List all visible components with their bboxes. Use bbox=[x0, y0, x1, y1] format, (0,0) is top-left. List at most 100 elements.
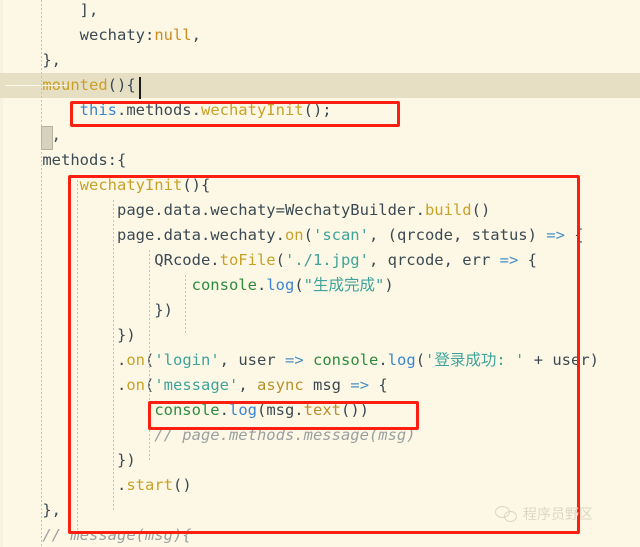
code-line[interactable]: ], bbox=[0, 0, 640, 23]
code-line[interactable]: // message(msg){ bbox=[0, 523, 640, 547]
code-token: on bbox=[126, 351, 145, 369]
text-caret bbox=[139, 77, 141, 99]
code-line[interactable]: this.methods.wechatyInit(); bbox=[0, 98, 640, 123]
code-token: console bbox=[313, 351, 379, 369]
code-token: => bbox=[546, 226, 565, 244]
code-token: ], bbox=[5, 1, 99, 19]
code-token: }) bbox=[5, 326, 136, 344]
code-token: (msg. bbox=[256, 401, 304, 419]
code-token: console bbox=[191, 276, 257, 294]
code-line[interactable]: mounted(){ bbox=[0, 73, 640, 98]
code-token: console bbox=[154, 401, 220, 419]
code-token: (){ bbox=[107, 76, 136, 94]
code-token: toFile bbox=[219, 251, 276, 269]
current-line-rule bbox=[5, 85, 67, 86]
code-token: , bbox=[191, 26, 201, 44]
code-token: page.data.wechaty=WechatyBuilder. bbox=[5, 201, 425, 219]
code-token: methods:{ bbox=[5, 151, 127, 169]
code-token: log bbox=[387, 351, 416, 369]
code-token: ( bbox=[303, 226, 313, 244]
code-line[interactable]: methods:{ bbox=[0, 148, 640, 173]
code-token: . bbox=[5, 376, 127, 394]
code-token: ()) bbox=[340, 401, 369, 419]
code-token: "生成完成" bbox=[303, 276, 385, 294]
code-line[interactable]: QRcode.toFile('./1.jpg', qrcode, err => … bbox=[0, 248, 640, 273]
code-token: start bbox=[126, 476, 173, 494]
code-token: 'scan' bbox=[312, 226, 369, 244]
code-token: ( bbox=[275, 251, 285, 269]
code-token: .methods. bbox=[116, 101, 201, 119]
code-token: msg bbox=[303, 376, 351, 394]
watermark-text: 程序员野区 bbox=[523, 507, 593, 523]
indent-guide-level-4 bbox=[149, 250, 150, 462]
code-token: page.data.wechaty. bbox=[5, 226, 285, 244]
code-line[interactable]: wechatyInit(){ bbox=[0, 173, 640, 198]
code-token: , user bbox=[219, 351, 285, 369]
code-token: { bbox=[369, 376, 388, 394]
code-token: 'message' bbox=[154, 376, 239, 394]
code-token: ( bbox=[294, 276, 304, 294]
indent-guide-level-5 bbox=[185, 275, 186, 333]
code-token: () bbox=[173, 476, 192, 494]
code-line[interactable]: console.log(msg.text()) bbox=[0, 398, 640, 423]
code-token: => bbox=[350, 376, 370, 394]
code-line[interactable]: console.log("生成完成") bbox=[0, 273, 640, 298]
code-token: }, bbox=[5, 501, 61, 519]
code-line[interactable]: }) bbox=[0, 298, 640, 323]
code-token: log bbox=[228, 401, 257, 419]
watermark: 程序员野区 bbox=[495, 504, 593, 524]
code-line[interactable]: }, bbox=[0, 123, 640, 148]
code-token: wechatyInit bbox=[200, 101, 304, 119]
code-line[interactable]: }) bbox=[0, 323, 640, 348]
code-token: + user) bbox=[524, 351, 600, 369]
code-line[interactable]: .start() bbox=[0, 473, 640, 498]
code-token: . bbox=[256, 276, 267, 294]
code-token: on bbox=[284, 226, 304, 244]
code-line[interactable]: }, bbox=[0, 48, 640, 73]
code-token: }) bbox=[5, 301, 173, 319]
code-token: (){ bbox=[182, 176, 211, 194]
code-token: , bbox=[238, 376, 258, 394]
code-token: . bbox=[378, 351, 388, 369]
code-line[interactable]: .on('login', user => console.log('登录成功: … bbox=[0, 348, 640, 373]
code-token: , qrcode, err bbox=[368, 251, 500, 269]
code-token: }, bbox=[5, 51, 61, 69]
indent-guide-level-2 bbox=[77, 176, 78, 534]
code-line[interactable]: }) bbox=[0, 448, 640, 473]
code-token: './1.jpg' bbox=[284, 251, 369, 269]
code-token: . bbox=[5, 476, 127, 494]
code-token: => bbox=[499, 251, 519, 269]
wechat-logo-icon bbox=[495, 506, 517, 522]
code-line[interactable]: page.data.wechaty=WechatyBuilder.build() bbox=[0, 198, 640, 223]
bracket-match-highlight bbox=[41, 126, 53, 150]
code-line[interactable]: wechaty:null, bbox=[0, 23, 640, 48]
code-line[interactable]: page.data.wechaty.on('scan', (qrcode, st… bbox=[0, 223, 640, 248]
code-editor-screenshot: ], wechaty:null, }, mounted(){ this.meth… bbox=[0, 0, 640, 547]
code-token: // page.methods.message(msg) bbox=[5, 426, 416, 444]
code-line[interactable]: .on('message', async msg => { bbox=[0, 373, 640, 398]
code-token: . bbox=[5, 351, 127, 369]
code-token: log bbox=[266, 276, 295, 294]
code-token: (); bbox=[303, 101, 332, 119]
code-token: ( bbox=[415, 351, 426, 369]
code-token: this bbox=[79, 101, 117, 119]
code-token: '登录成功: ' bbox=[425, 351, 525, 369]
code-surface[interactable]: ], wechaty:null, }, mounted(){ this.meth… bbox=[0, 0, 640, 547]
indent-guide-level-3 bbox=[113, 200, 114, 510]
code-token: text bbox=[303, 401, 341, 419]
code-token: () bbox=[471, 201, 491, 219]
code-token: { bbox=[518, 251, 537, 269]
code-token: build bbox=[424, 201, 472, 219]
code-token: wechaty: bbox=[5, 26, 155, 44]
code-token: ) bbox=[384, 276, 394, 294]
code-token: on bbox=[126, 376, 145, 394]
code-token: null bbox=[154, 26, 192, 44]
code-token: { bbox=[564, 226, 584, 244]
code-token: async bbox=[257, 376, 304, 394]
code-token: 'login' bbox=[154, 351, 220, 369]
code-line[interactable]: // page.methods.message(msg) bbox=[0, 423, 640, 448]
